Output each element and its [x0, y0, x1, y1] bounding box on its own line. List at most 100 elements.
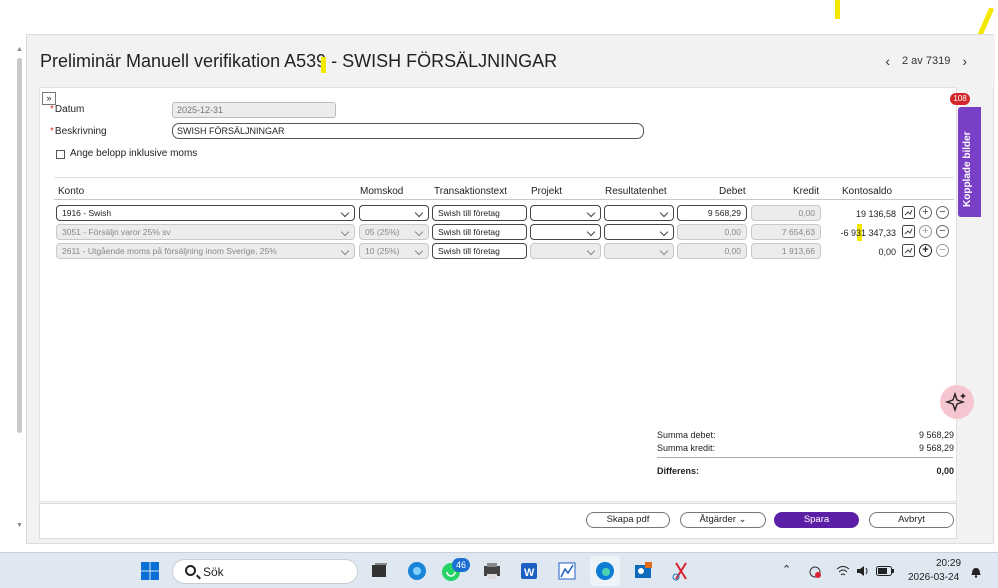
page-title: Preliminär Manuell verifikation A539 - S…: [40, 51, 558, 71]
debet-input[interactable]: 0,00: [677, 224, 747, 240]
resultatenhet-select[interactable]: [604, 243, 674, 259]
remove-row-icon[interactable]: −: [936, 206, 949, 219]
projekt-select[interactable]: [530, 243, 601, 259]
kredit-input[interactable]: 0,00: [751, 205, 821, 221]
svg-text:W: W: [524, 567, 535, 579]
projekt-select[interactable]: [530, 224, 601, 240]
verification-form: » *Datum 2025-12-31 *Beskrivning SWISH F…: [39, 87, 957, 502]
resultatenhet-select[interactable]: [604, 205, 674, 221]
chart-icon[interactable]: [902, 225, 915, 238]
snipping-tool-icon[interactable]: [670, 560, 692, 582]
remove-row-icon[interactable]: −: [936, 244, 949, 257]
atgarder-label: Åtgärder: [699, 514, 736, 525]
record-navigation: ‹ 2 av 7319 ›: [885, 53, 967, 69]
konto-select[interactable]: 3051 - Försäljn varor 25% sv: [56, 224, 355, 240]
chart-icon[interactable]: [902, 244, 915, 257]
scrollbar-thumb[interactable]: [17, 58, 22, 433]
differens-value: 0,00: [936, 466, 954, 476]
projekt-select[interactable]: [530, 205, 601, 221]
next-record-icon[interactable]: ›: [962, 53, 967, 69]
spara-button[interactable]: Spara: [774, 512, 859, 528]
summa-debet-label: Summa debet:: [657, 430, 716, 440]
task-view-icon[interactable]: [368, 560, 390, 582]
add-row-icon[interactable]: +: [919, 206, 932, 219]
tray-overflow-icon[interactable]: ⌃: [782, 563, 791, 576]
datum-label: *Datum: [50, 104, 85, 115]
avbryt-button[interactable]: Avbryt: [869, 512, 954, 528]
notification-bell-icon[interactable]: [970, 565, 982, 578]
chart-icon[interactable]: [902, 206, 915, 219]
col-resultatenhet: Resultatenhet: [605, 186, 667, 197]
col-momskod: Momskod: [360, 186, 404, 197]
konto-select[interactable]: 2611 - Utgående moms på försäljning inom…: [56, 243, 355, 259]
datum-field[interactable]: 2025-12-31: [172, 102, 336, 118]
outlook-icon[interactable]: [632, 560, 654, 582]
previous-record-icon[interactable]: ‹: [885, 53, 890, 69]
battery-icon[interactable]: [876, 566, 894, 576]
summa-debet-value: 9 568,29: [918, 430, 954, 440]
kontosaldo-value: 19 136,58: [855, 209, 896, 219]
verification-window: Preliminär Manuell verifikation A539 - S…: [26, 34, 995, 544]
beskrivning-label: *Beskrivning: [50, 126, 107, 137]
momskod-select[interactable]: 10 (25%): [359, 243, 429, 259]
kopplade-bilder-tab[interactable]: Kopplade bilder: [958, 107, 981, 217]
add-row-icon[interactable]: +: [919, 244, 932, 257]
wifi-icon[interactable]: [836, 565, 850, 577]
differens-label: Differens:: [657, 466, 700, 476]
ai-assistant-button[interactable]: [940, 385, 974, 419]
summa-kredit-label: Summa kredit:: [657, 443, 716, 453]
konto-select[interactable]: 1916 - Swish: [56, 205, 355, 221]
skapa-pdf-button[interactable]: Skapa pdf: [586, 512, 670, 528]
action-footer: Skapa pdf Åtgärder ⌄ Spara Avbryt: [39, 503, 957, 539]
summa-kredit-value: 9 568,29: [918, 443, 954, 453]
windows-taskbar: Sök 46 W ⌃ 20:29 2026-03-24: [0, 552, 998, 588]
debet-input[interactable]: 9 568,29: [677, 205, 747, 221]
search-placeholder: Sök: [203, 565, 224, 579]
col-transaktionstext: Transaktionstext: [434, 186, 507, 197]
edge-icon[interactable]: [594, 560, 616, 582]
windows-start-icon[interactable]: [139, 560, 161, 582]
kredit-input[interactable]: 1 913,66: [751, 243, 821, 259]
clock-date[interactable]: 2026-03-24: [908, 572, 959, 583]
security-icon[interactable]: [808, 565, 822, 579]
momskod-select[interactable]: 05 (25%): [359, 224, 429, 240]
record-counter: 2 av 7319: [902, 55, 951, 67]
clock-time[interactable]: 20:29: [936, 558, 961, 569]
whatsapp-badge: 46: [452, 558, 470, 572]
remove-row-icon[interactable]: −: [936, 225, 949, 238]
app-icon[interactable]: [481, 560, 503, 582]
inklusive-moms-label: Ange belopp inklusive moms: [70, 148, 198, 159]
chevron-down-icon: ⌄: [738, 514, 747, 525]
add-row-icon[interactable]: +: [919, 225, 932, 238]
kredit-input[interactable]: 7 654,63: [751, 224, 821, 240]
summary-divider: [657, 457, 953, 458]
beskrivning-field[interactable]: SWISH FÖRSÄLJNINGAR: [172, 123, 644, 139]
word-icon[interactable]: W: [518, 560, 540, 582]
taskbar-search[interactable]: Sök: [172, 559, 358, 584]
resultatenhet-select[interactable]: [604, 224, 674, 240]
sparkle-icon: [944, 391, 966, 413]
highlight-mark: [835, 0, 840, 19]
kontosaldo-value: 0,00: [878, 247, 896, 257]
transaktionstext-input[interactable]: Swish till företag: [432, 205, 527, 221]
header-divider: [54, 199, 954, 200]
kopplade-bilder-label: Kopplade bilder: [962, 131, 973, 207]
debet-input[interactable]: 0,00: [677, 243, 747, 259]
chart-app-icon[interactable]: [556, 560, 578, 582]
transaktionstext-input[interactable]: Swish till företag: [432, 224, 527, 240]
kopplade-bilder-badge: 108: [950, 93, 970, 105]
highlight-mark: [321, 57, 326, 73]
kontosaldo-value: -6 931 347,33: [840, 228, 896, 238]
col-konto: Konto: [58, 186, 85, 197]
inklusive-moms-checkbox[interactable]: [56, 150, 65, 159]
momskod-select[interactable]: [359, 205, 429, 221]
col-projekt: Projekt: [531, 186, 563, 197]
atgarder-button[interactable]: Åtgärder ⌄: [680, 512, 766, 528]
col-kontosaldo: Kontosaldo: [842, 186, 893, 197]
transaktionstext-input[interactable]: Swish till företag: [432, 243, 527, 259]
volume-icon[interactable]: [856, 565, 870, 577]
copilot-icon[interactable]: [406, 560, 428, 582]
col-kredit: Kredit: [793, 186, 820, 197]
section-divider: [54, 177, 954, 178]
page-scrollbar[interactable]: ▲ ▼: [14, 46, 26, 533]
